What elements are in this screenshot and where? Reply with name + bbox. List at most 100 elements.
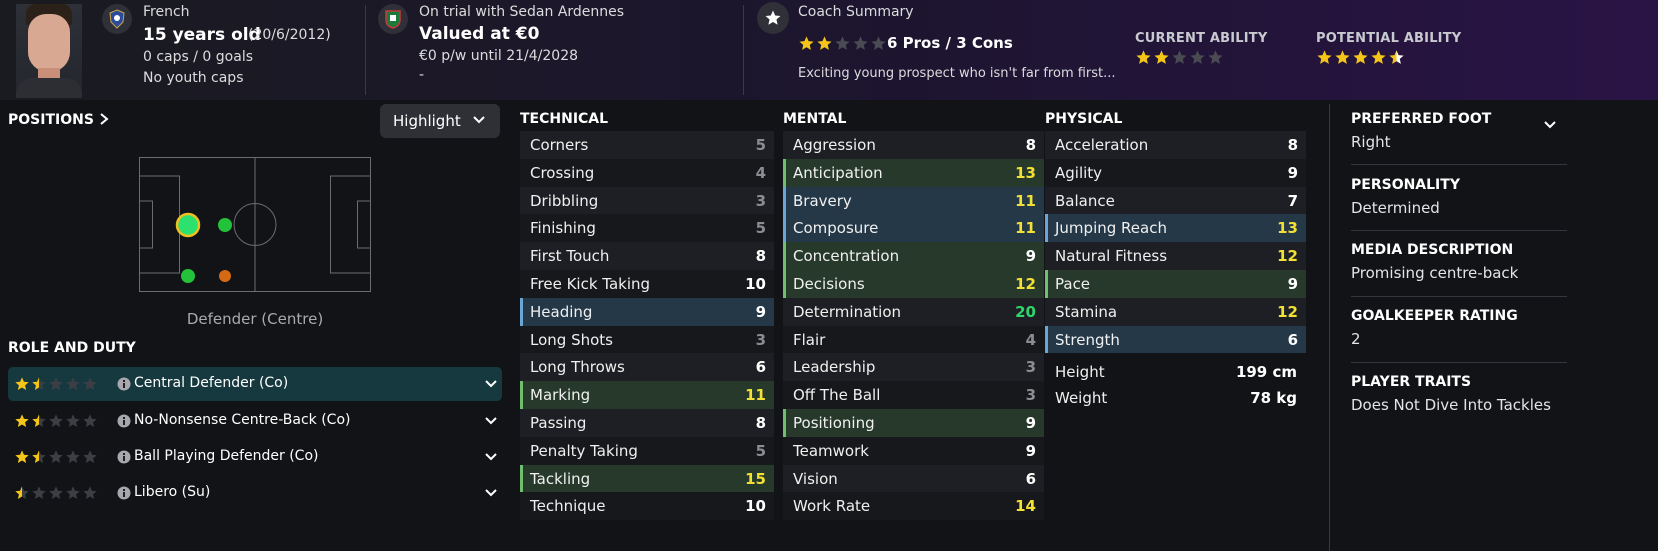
attribute-row[interactable]: Composure 11 — [783, 214, 1044, 243]
attribute-row[interactable]: Long Throws 6 — [520, 353, 774, 382]
weight-value: 78 kg — [1250, 389, 1297, 407]
star-icon — [1317, 50, 1332, 64]
attribute-value: 12 — [1015, 274, 1036, 293]
attribute-row[interactable]: Vision 6 — [783, 464, 1044, 493]
attribute-row[interactable]: Natural Fitness 12 — [1045, 242, 1306, 270]
club-status[interactable]: On trial with Sedan Ardennes — [419, 4, 624, 20]
role-item[interactable]: Libero (Su) — [8, 476, 502, 510]
height-value: 199 cm — [1235, 363, 1297, 381]
attribute-row[interactable]: Work Rate 14 — [783, 492, 1044, 521]
attribute-row[interactable]: Off The Ball 3 — [783, 381, 1044, 409]
star-icon — [49, 450, 63, 463]
star-icon — [49, 486, 63, 499]
star-icon — [757, 2, 789, 34]
attribute-row[interactable]: Leadership 3 — [783, 353, 1044, 382]
attribute-row[interactable]: Flair 4 — [783, 325, 1044, 354]
header-divider — [743, 5, 744, 95]
france-badge-icon[interactable] — [102, 4, 132, 34]
star-icon — [49, 414, 63, 427]
attribute-value: 9 — [755, 302, 766, 321]
coach-summary-title: Coach Summary — [798, 4, 914, 20]
attribute-value: 13 — [1277, 219, 1298, 238]
attribute-row[interactable]: Tackling 15 — [520, 464, 774, 493]
role-item[interactable]: Central Defender (Co) — [8, 367, 502, 401]
attribute-row[interactable]: Long Shots 3 — [520, 325, 774, 354]
attribute-name: Composure — [793, 219, 879, 238]
attribute-row[interactable]: Pace 9 — [1045, 269, 1306, 298]
header-divider — [365, 5, 366, 95]
role-item[interactable]: No-Nonsense Centre-Back (Co) — [8, 404, 502, 438]
attribute-row[interactable]: Determination 20 — [783, 297, 1044, 326]
attribute-value: 9 — [1287, 274, 1298, 293]
player-avatar — [16, 4, 82, 98]
goalkeeper-rating-label: GOALKEEPER RATING — [1351, 308, 1518, 324]
potential-ability-stars — [1316, 49, 1405, 66]
attribute-row[interactable]: Balance 7 — [1045, 186, 1306, 215]
attribute-name: First Touch — [530, 247, 610, 266]
star-icon — [83, 450, 97, 463]
attribute-row[interactable]: Heading 9 — [520, 297, 774, 326]
chevron-down-icon[interactable] — [1543, 118, 1557, 132]
date-of-birth: (20/6/2012) — [248, 27, 331, 43]
attribute-row[interactable]: Free Kick Taking 10 — [520, 269, 774, 298]
attribute-row[interactable]: Acceleration 8 — [1045, 131, 1306, 159]
attribute-row[interactable]: Positioning 9 — [783, 408, 1044, 437]
info-icon[interactable] — [117, 414, 131, 432]
attribute-row[interactable]: Anticipation 13 — [783, 158, 1044, 187]
mental-title: MENTAL — [783, 111, 847, 127]
role-item[interactable]: Ball Playing Defender (Co) — [8, 440, 502, 474]
gk-rating-block: GOALKEEPER RATING 2 — [1351, 308, 1567, 348]
info-divider — [1351, 230, 1567, 231]
star-icon — [1353, 50, 1368, 64]
attribute-row[interactable]: Dribbling 3 — [520, 186, 774, 215]
club-crest-icon[interactable] — [378, 4, 408, 34]
attribute-value: 7 — [1287, 191, 1298, 210]
preferred-foot-block: PREFERRED FOOT Right — [1351, 111, 1567, 151]
attribute-row[interactable]: Crossing 4 — [520, 158, 774, 187]
position-pitch[interactable] — [139, 157, 371, 292]
chevron-down-icon[interactable] — [484, 450, 498, 468]
chevron-down-icon[interactable] — [484, 377, 498, 395]
attribute-row[interactable]: Aggression 8 — [783, 131, 1044, 159]
attribute-row[interactable]: First Touch 8 — [520, 242, 774, 270]
chevron-down-icon[interactable] — [484, 486, 498, 504]
technical-attributes: Corners 5 Crossing 4 Dribbling 3 Finishing 5 Fir… — [520, 131, 774, 521]
attribute-row[interactable]: Finishing 5 — [520, 214, 774, 243]
attribute-value: 5 — [755, 441, 766, 460]
chevron-down-icon[interactable] — [484, 414, 498, 432]
nationality[interactable]: French — [143, 4, 190, 20]
attribute-row[interactable]: Strength 6 — [1045, 325, 1306, 354]
info-icon[interactable] — [117, 486, 131, 504]
attribute-value: 5 — [755, 219, 766, 238]
highlight-dropdown[interactable]: Highlight — [380, 104, 500, 138]
star-icon — [15, 450, 29, 463]
attribute-value: 14 — [1015, 497, 1036, 516]
player-trait-item[interactable]: Does Not Dive Into Tackles — [1351, 396, 1567, 414]
position-dot-wbr — [219, 270, 231, 282]
position-label: Defender (Centre) — [186, 310, 324, 328]
attribute-row[interactable]: Teamwork 9 — [783, 436, 1044, 465]
attribute-row[interactable]: Passing 8 — [520, 408, 774, 437]
positions-title[interactable]: POSITIONS — [8, 112, 109, 128]
attribute-row[interactable]: Decisions 12 — [783, 269, 1044, 298]
attribute-row[interactable]: Corners 5 — [520, 131, 774, 159]
info-icon[interactable] — [117, 377, 131, 395]
mental-attributes: Aggression 8 Anticipation 13 Bravery 11 Compos… — [783, 131, 1044, 521]
star-icon — [66, 414, 80, 427]
attribute-name: Leadership — [793, 358, 876, 377]
attribute-row[interactable]: Bravery 11 — [783, 186, 1044, 215]
attribute-row[interactable]: Concentration 9 — [783, 242, 1044, 270]
attribute-value: 8 — [755, 247, 766, 266]
attribute-row[interactable]: Penalty Taking 5 — [520, 436, 774, 465]
star-icon — [66, 450, 80, 463]
attribute-row[interactable]: Stamina 12 — [1045, 297, 1306, 326]
attribute-value: 12 — [1277, 247, 1298, 266]
pros-cons[interactable]: 6 Pros / 3 Cons — [887, 34, 1013, 52]
attribute-value: 9 — [1025, 413, 1036, 432]
star-icon — [32, 414, 46, 427]
attribute-row[interactable]: Agility 9 — [1045, 158, 1306, 187]
attribute-row[interactable]: Technique 10 — [520, 492, 774, 521]
attribute-row[interactable]: Jumping Reach 13 — [1045, 214, 1306, 243]
attribute-row[interactable]: Marking 11 — [520, 381, 774, 409]
info-icon[interactable] — [117, 450, 131, 468]
